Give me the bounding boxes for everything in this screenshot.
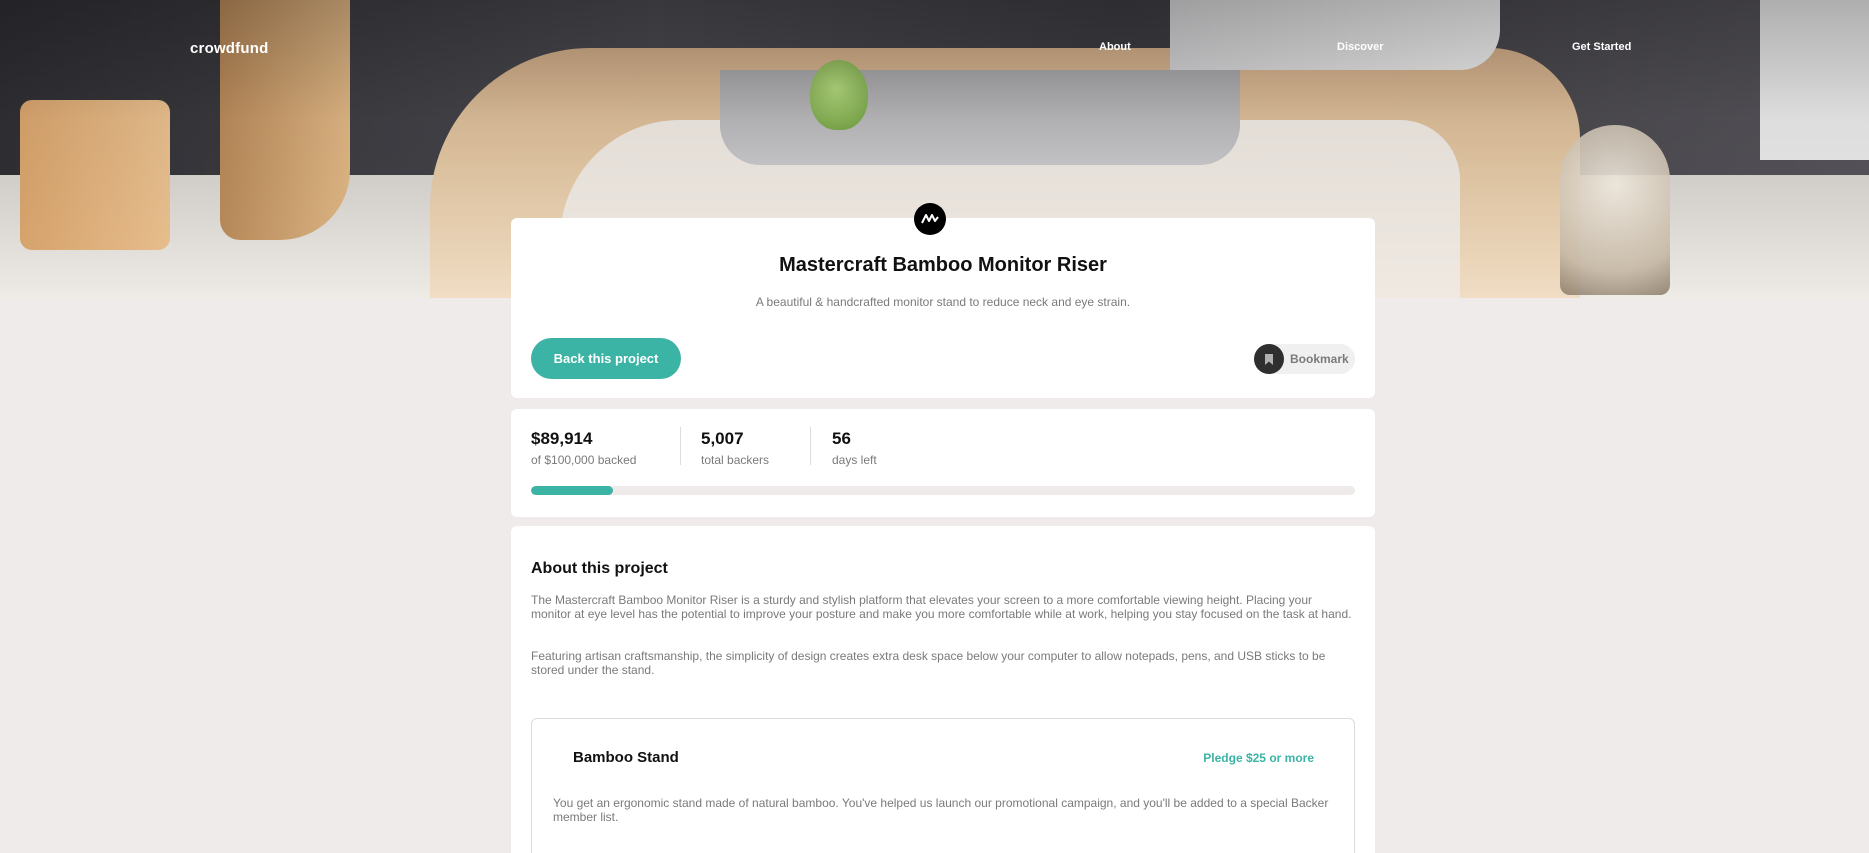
project-title: Mastercraft Bamboo Monitor Riser xyxy=(779,254,1107,276)
stat-divider xyxy=(680,427,681,465)
site-logo[interactable]: crowdfund xyxy=(190,40,268,57)
about-paragraph: Featuring artisan craftsmanship, the sim… xyxy=(531,649,1326,677)
reward-pledge: Pledge $25 or more xyxy=(1203,751,1314,765)
stat-days-value: 56 xyxy=(832,429,851,448)
stat-days: 56 days left xyxy=(832,429,877,467)
about-paragraph: The Mastercraft Bamboo Monitor Riser is … xyxy=(531,593,1352,621)
reward-title: Bamboo Stand xyxy=(573,749,679,766)
funding-progress-fill xyxy=(531,486,614,495)
about-card: About this project The Mastercraft Bambo… xyxy=(511,526,1375,853)
stat-backers-label: total backers xyxy=(701,453,770,467)
mastercraft-logo-icon xyxy=(914,203,946,235)
bookmark-button[interactable]: Bookmark xyxy=(1254,344,1355,374)
project-header-card: Mastercraft Bamboo Monitor Riser A beaut… xyxy=(511,203,1375,398)
reward-card-bamboo-stand: Bamboo Stand Pledge $25 or more You get … xyxy=(531,718,1355,853)
bookmark-label: Bookmark xyxy=(1290,352,1349,366)
nav-link-get-started[interactable]: Get Started xyxy=(1572,41,1631,53)
stat-backed-label: of $100,000 backed xyxy=(531,453,637,467)
stats-card: $89,914 of $100,000 backed 5,007 total b… xyxy=(511,409,1375,517)
nav-link-discover[interactable]: Discover xyxy=(1337,41,1383,53)
about-title: About this project xyxy=(531,560,668,577)
back-project-button[interactable]: Back this project xyxy=(531,338,681,379)
stat-backers: 5,007 total backers xyxy=(701,429,769,467)
nav-link-about[interactable]: About xyxy=(1099,41,1131,53)
bookmark-icon xyxy=(1254,344,1284,374)
funding-progress-bar xyxy=(531,486,1355,495)
reward-description: You get an ergonomic stand made of natur… xyxy=(553,796,1329,824)
stat-backers-value: 5,007 xyxy=(701,429,744,448)
stat-days-label: days left xyxy=(832,453,877,467)
stat-backed: $89,914 of $100,000 backed xyxy=(531,429,636,467)
project-subtitle: A beautiful & handcrafted monitor stand … xyxy=(755,295,1131,309)
stat-backed-value: $89,914 xyxy=(531,429,593,448)
stat-divider xyxy=(810,427,811,465)
